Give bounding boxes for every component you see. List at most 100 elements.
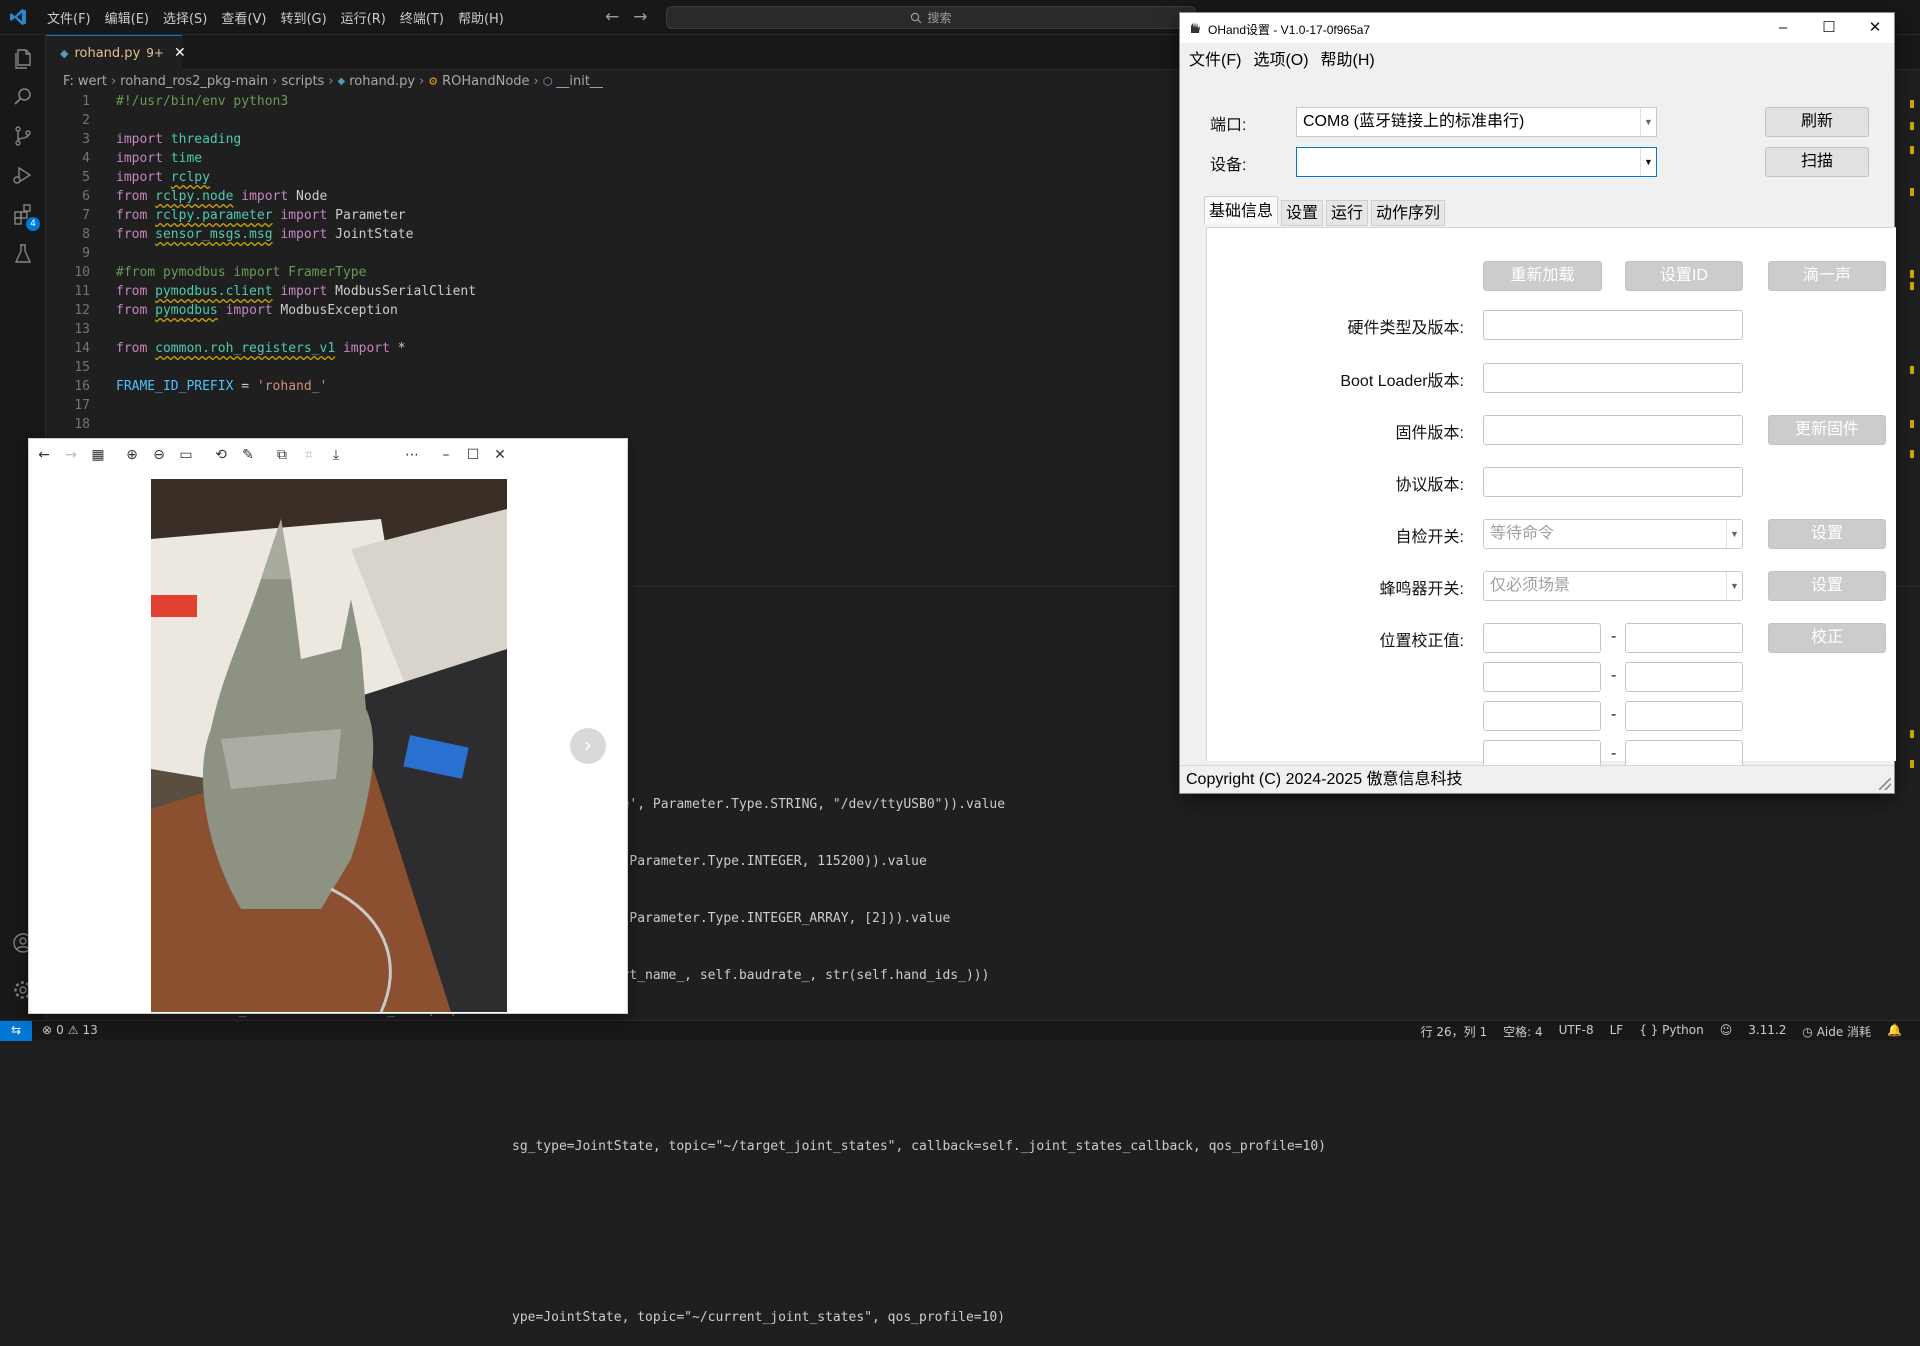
- code-editor-visible-tail[interactable]: eter('port_name', Parameter.Type.STRING,…: [512, 757, 1326, 1346]
- line-number: 13: [74, 322, 90, 337]
- menu-file[interactable]: 文件(F): [40, 8, 98, 27]
- port-value: COM8 (蓝牙链接上的标准串行): [1303, 113, 1525, 130]
- device-select[interactable]: ▼: [1296, 147, 1657, 177]
- breadcrumb: F: wert › rohand_ros2_pkg-main › scripts › …: [63, 72, 603, 90]
- hardware-version-field[interactable]: [1483, 310, 1743, 340]
- tab-rohand-py[interactable]: ◆ rohand.py 9+ ✕: [46, 35, 186, 70]
- port-select[interactable]: COM8 (蓝牙链接上的标准串行) ▼: [1296, 107, 1657, 137]
- minimize-icon[interactable]: –: [437, 446, 455, 464]
- set-id-button[interactable]: 设置ID: [1625, 261, 1743, 291]
- tab-settings[interactable]: 设置: [1281, 200, 1324, 226]
- close-icon[interactable]: ✕: [1865, 19, 1885, 37]
- breadcrumb-folder-pkg[interactable]: rohand_ros2_pkg-main: [120, 74, 268, 89]
- ohand-menu-help[interactable]: 帮助(H): [1321, 46, 1375, 70]
- explorer-icon[interactable]: [11, 47, 35, 71]
- maximize-icon[interactable]: ☐: [1819, 19, 1839, 37]
- buzzer-set-button[interactable]: 设置: [1768, 571, 1886, 601]
- language-mode[interactable]: { } Python: [1639, 1023, 1704, 1040]
- menu-help[interactable]: 帮助(H): [451, 8, 511, 27]
- next-image-button[interactable]: ›: [570, 728, 606, 764]
- breadcrumb-folder-scripts[interactable]: scripts: [281, 74, 324, 89]
- line-number: 12: [74, 303, 90, 318]
- breadcrumb-folder-wert[interactable]: wert: [78, 74, 107, 89]
- calibration-max-field[interactable]: [1625, 662, 1743, 692]
- calibration-min-field[interactable]: [1483, 662, 1601, 692]
- save-icon[interactable]: ⤓: [327, 446, 345, 464]
- refresh-button[interactable]: 刷新: [1765, 107, 1869, 137]
- calibrate-button[interactable]: 校正: [1768, 623, 1886, 653]
- command-center-search[interactable]: 搜索: [666, 6, 1196, 29]
- grid-view-icon[interactable]: ▦: [89, 446, 107, 464]
- remote-indicator-icon[interactable]: ⇆: [0, 1021, 32, 1041]
- calibration-max-field[interactable]: [1625, 701, 1743, 731]
- breadcrumb-class[interactable]: ROHandNode: [442, 74, 529, 89]
- bootloader-version-field[interactable]: [1483, 363, 1743, 393]
- update-firmware-button[interactable]: 更新固件: [1768, 415, 1886, 445]
- menu-run[interactable]: 运行(R): [334, 8, 393, 27]
- calibration-max-field[interactable]: [1625, 623, 1743, 653]
- breadcrumb-file[interactable]: rohand.py: [349, 74, 415, 89]
- back-arrow-icon[interactable]: ←: [605, 7, 619, 27]
- aide-usage[interactable]: ◷ Aide 消耗: [1802, 1023, 1871, 1040]
- cursor-position[interactable]: 行 26，列 1: [1421, 1023, 1488, 1040]
- zoom-in-icon[interactable]: ⊕: [123, 446, 141, 464]
- copilot-icon[interactable]: ☺: [1720, 1023, 1733, 1040]
- source-control-icon[interactable]: [11, 124, 35, 148]
- close-icon[interactable]: ✕: [491, 446, 509, 464]
- menu-view[interactable]: 查看(V): [214, 8, 273, 27]
- calibration-min-field[interactable]: [1483, 701, 1601, 731]
- rotate-icon[interactable]: ⟲: [212, 446, 230, 464]
- menu-edit[interactable]: 编辑(E): [98, 8, 156, 27]
- scan-button[interactable]: 扫描: [1765, 147, 1869, 177]
- back-arrow-icon[interactable]: ←: [35, 446, 53, 464]
- end-of-line[interactable]: LF: [1610, 1023, 1624, 1040]
- problems-indicator[interactable]: ⊗ 0 ⚠ 13: [42, 1023, 98, 1037]
- testing-flask-icon[interactable]: [11, 242, 35, 266]
- beep-button[interactable]: 滴一声: [1768, 261, 1886, 291]
- self-test-set-button[interactable]: 设置: [1768, 519, 1886, 549]
- tab-run[interactable]: 运行: [1326, 200, 1369, 226]
- self-test-select[interactable]: 等待命令 ▼: [1483, 519, 1743, 549]
- fit-to-window-icon[interactable]: ▭: [177, 446, 195, 464]
- breadcrumb-method[interactable]: __init__: [556, 74, 603, 89]
- menu-selection[interactable]: 选择(S): [156, 8, 214, 27]
- calibration-min-field[interactable]: [1483, 623, 1601, 653]
- forward-arrow-icon[interactable]: →: [633, 7, 647, 27]
- crop-icon[interactable]: ⌗: [300, 446, 318, 464]
- run-debug-icon[interactable]: [11, 163, 35, 187]
- ohand-menu-options[interactable]: 选项(O): [1253, 46, 1308, 70]
- maximize-icon[interactable]: ☐: [464, 446, 482, 464]
- ohand-menu-file[interactable]: 文件(F): [1189, 46, 1241, 70]
- range-dash: -: [1611, 628, 1617, 645]
- code-text: #!/usr/bin/env python3: [116, 94, 289, 109]
- zoom-out-icon[interactable]: ⊖: [150, 446, 168, 464]
- buzzer-value: 仅必须场景: [1490, 577, 1571, 594]
- forward-arrow-icon[interactable]: →: [62, 446, 80, 464]
- close-tab-icon[interactable]: ✕: [174, 45, 186, 61]
- tab-action-sequence[interactable]: 动作序列: [1371, 200, 1446, 226]
- minimize-icon[interactable]: –: [1773, 19, 1793, 37]
- search-placeholder: 搜索: [927, 11, 952, 25]
- firmware-version-field[interactable]: [1483, 415, 1743, 445]
- line-number: 16: [74, 379, 90, 394]
- python-version[interactable]: 3.11.2: [1748, 1023, 1786, 1040]
- device-label: 设备:: [1210, 157, 1247, 174]
- encoding[interactable]: UTF-8: [1559, 1023, 1594, 1040]
- code-line: sg_type=JointState, topic="~/target_join…: [512, 1139, 1326, 1154]
- copy-icon[interactable]: ⧉: [273, 446, 291, 464]
- more-options-icon[interactable]: ⋯: [403, 446, 421, 464]
- buzzer-select[interactable]: 仅必须场景 ▼: [1483, 571, 1743, 601]
- protocol-version-field[interactable]: [1483, 467, 1743, 497]
- tab-basic-info[interactable]: 基础信息: [1204, 196, 1279, 224]
- menu-go[interactable]: 转到(G): [273, 8, 333, 27]
- breadcrumb-drive[interactable]: F:: [63, 74, 74, 89]
- menu-terminal[interactable]: 终端(T): [393, 8, 451, 27]
- search-icon[interactable]: [11, 85, 35, 109]
- reload-button[interactable]: 重新加载: [1483, 261, 1602, 291]
- editor-scrollbar[interactable]: [1910, 70, 1918, 770]
- notifications-bell-icon[interactable]: 🔔: [1887, 1023, 1902, 1040]
- resize-grip-icon[interactable]: [1879, 778, 1891, 790]
- indentation[interactable]: 空格: 4: [1503, 1023, 1543, 1040]
- edit-icon[interactable]: ✎: [239, 446, 257, 464]
